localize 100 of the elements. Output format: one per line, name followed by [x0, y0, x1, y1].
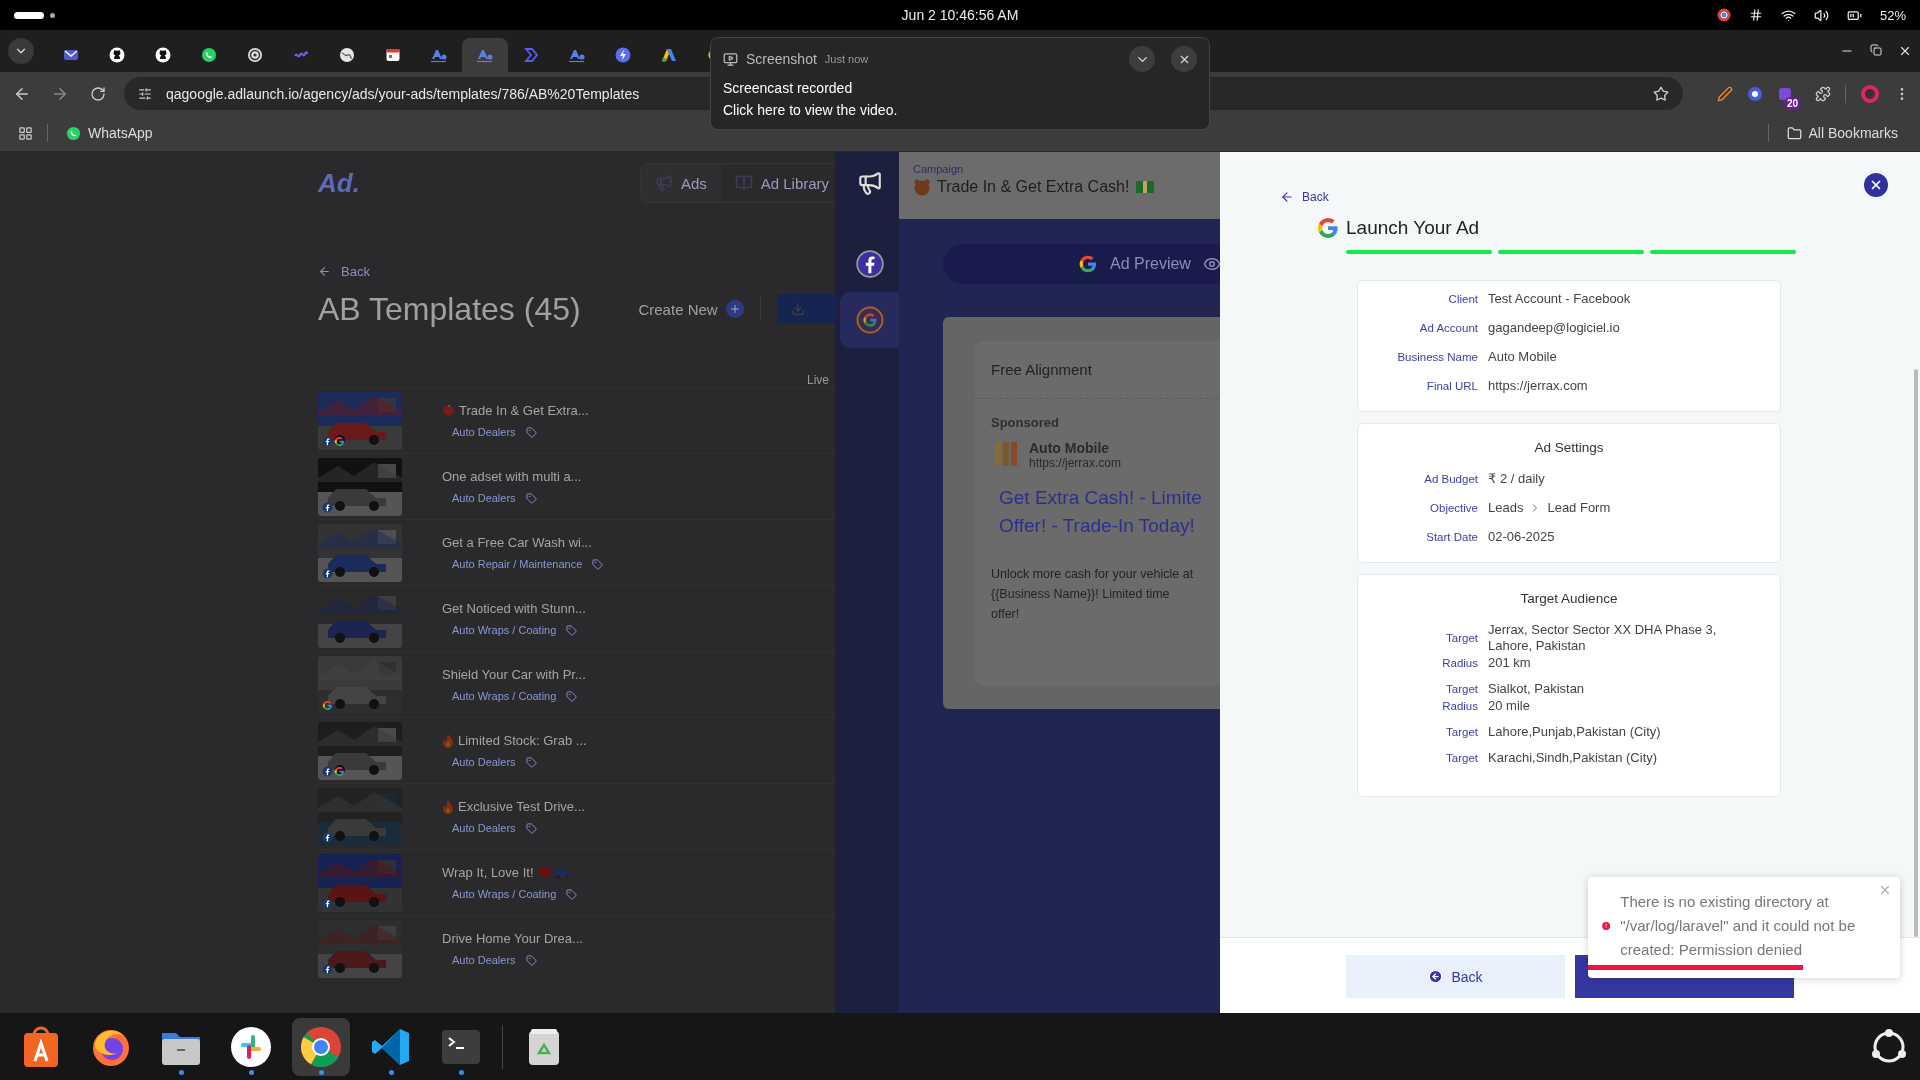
tag-icon	[566, 690, 578, 702]
megaphone-icon	[856, 170, 883, 196]
running-dot	[389, 1069, 394, 1075]
close-icon	[1878, 883, 1892, 897]
tag-icon	[592, 558, 604, 570]
field-value: ₹ 2 / daily	[1488, 471, 1546, 487]
template-title[interactable]: Wrap It, Love It!	[442, 865, 578, 880]
dock-app[interactable]	[292, 1017, 350, 1076]
tag-icon	[525, 954, 537, 966]
template-title[interactable]: Trade In & Get Extra...	[442, 403, 589, 418]
extension-icon	[1747, 85, 1763, 102]
workspace-dot	[50, 12, 55, 18]
volume-icon	[1813, 7, 1829, 23]
close-button[interactable]	[1898, 44, 1912, 58]
bookmark-star-icon	[1653, 85, 1669, 102]
field-label: Target	[1445, 683, 1478, 695]
restore-button[interactable]	[1870, 44, 1882, 58]
eye-icon	[1202, 255, 1220, 273]
back-link[interactable]: Back	[318, 264, 370, 279]
globe-icon	[339, 47, 355, 63]
book-icon	[734, 174, 753, 192]
bookmark-link[interactable]: WhatsApp	[62, 123, 157, 143]
ad-description: Unlock more cash for your vehicle at {{Business Name}}! Limited time offer!	[991, 566, 1195, 623]
restore-icon	[1870, 44, 1882, 56]
clock-text: Jun 2 10:46:56 AM	[901, 7, 1019, 23]
folder-icon	[1786, 125, 1802, 141]
running-dot	[459, 1069, 464, 1075]
triangle-logo-icon	[661, 47, 677, 63]
fire-icon	[442, 733, 454, 748]
google-icon	[1078, 254, 1098, 274]
close-icon	[1869, 178, 1883, 192]
back-link[interactable]: Back	[1280, 190, 1329, 204]
field-value: https://jerrax.com	[1488, 378, 1589, 394]
card-title: Target Audience	[1519, 591, 1619, 606]
cash-icon	[1135, 180, 1156, 194]
google-icon	[1316, 216, 1340, 240]
tag-icon	[525, 426, 537, 438]
field-label: Radius	[1441, 657, 1478, 669]
back-button[interactable]: Back	[1346, 955, 1565, 998]
field-value: 02-06-2025	[1488, 529, 1556, 545]
field-label: Ad Account	[1418, 322, 1478, 334]
pen-icon	[1717, 85, 1733, 102]
field-value: Karachi,Sindh,Pakistan (City)	[1488, 750, 1659, 766]
field-value: Lahore,Punjab,Pakistan (City)	[1488, 724, 1662, 740]
reload-icon	[90, 85, 106, 102]
google-icon	[334, 435, 345, 447]
profile-avatar	[1860, 83, 1880, 104]
tag-icon	[566, 624, 578, 636]
campaign-name: Trade In & Get Extra Cash!	[937, 178, 1130, 196]
nav-tab[interactable]: Ad Library	[720, 164, 835, 202]
page-title: AB Templates (45)	[318, 290, 582, 328]
notification-time: Just now	[824, 53, 869, 65]
close-button[interactable]	[1864, 173, 1888, 197]
category-tag: Auto Dealers	[452, 756, 516, 768]
field-label: Final URL	[1425, 380, 1478, 392]
ad-preview-button[interactable]: Ad Preview	[943, 244, 1220, 284]
advertiser-name: Auto Mobile	[1029, 440, 1111, 456]
chat-icon	[66, 125, 81, 141]
ad-logo-icon	[476, 47, 494, 63]
scrollbar-thumb[interactable]	[1914, 369, 1918, 937]
extensions-icon	[1815, 85, 1831, 102]
template-title[interactable]: Get a Free Car Wash wi...	[442, 535, 604, 550]
field-label: Ad Budget	[1423, 473, 1478, 485]
trash-icon	[527, 1026, 561, 1067]
nav-tab[interactable]: Ads	[640, 164, 721, 202]
close-button[interactable]	[1171, 46, 1197, 72]
screenshot-notification[interactable]: Screenshot Just now Screencast recorded Click here to view the video.	[710, 37, 1210, 130]
expand-button[interactable]	[1129, 46, 1155, 72]
field-value: Leads	[1488, 500, 1524, 516]
facebook-icon	[322, 501, 333, 513]
field-value: gagandeep@logiciel.io	[1488, 320, 1621, 336]
ad-logo-icon	[430, 47, 448, 63]
template-title[interactable]: Get Noticed with Stunn...	[442, 601, 586, 616]
slack-icon	[229, 1024, 273, 1069]
field-label: Target	[1445, 752, 1478, 764]
notification-body: Click here to view the video.	[723, 102, 899, 118]
create-new-button[interactable]: Create New	[638, 300, 744, 318]
field-label: Business Name	[1396, 351, 1478, 363]
tag-icon	[566, 888, 578, 900]
column-header: Live	[807, 373, 829, 387]
sponsored-label: Sponsored	[991, 415, 1060, 430]
template-title[interactable]: One adset with multi a...	[442, 469, 582, 484]
template-title[interactable]: Drive Home Your Drea...	[442, 931, 583, 946]
tab-search-button[interactable]	[8, 38, 34, 64]
chrome-icon	[1716, 8, 1731, 22]
category-tag: Auto Dealers	[452, 492, 516, 504]
template-title[interactable]: Shield Your Car with Pr...	[442, 667, 586, 682]
advertiser-url: https://jerrax.com	[1029, 456, 1122, 470]
site-settings-icon	[138, 86, 152, 101]
chrome-icon	[299, 1024, 343, 1069]
google-icon	[334, 765, 345, 777]
field-label: Target	[1445, 726, 1478, 738]
category-tag: Auto Dealers	[452, 822, 516, 834]
facebook-icon	[322, 435, 333, 447]
template-title[interactable]: Exclusive Test Drive...	[442, 799, 585, 814]
category-tag: Auto Wraps / Coating	[452, 888, 557, 900]
all-bookmarks-button[interactable]: All Bookmarks	[1782, 123, 1902, 143]
category-tag: Auto Wraps / Coating	[452, 690, 557, 702]
template-title[interactable]: Limited Stock: Grab ...	[442, 733, 587, 748]
shopping-bag-icon	[21, 1024, 61, 1069]
